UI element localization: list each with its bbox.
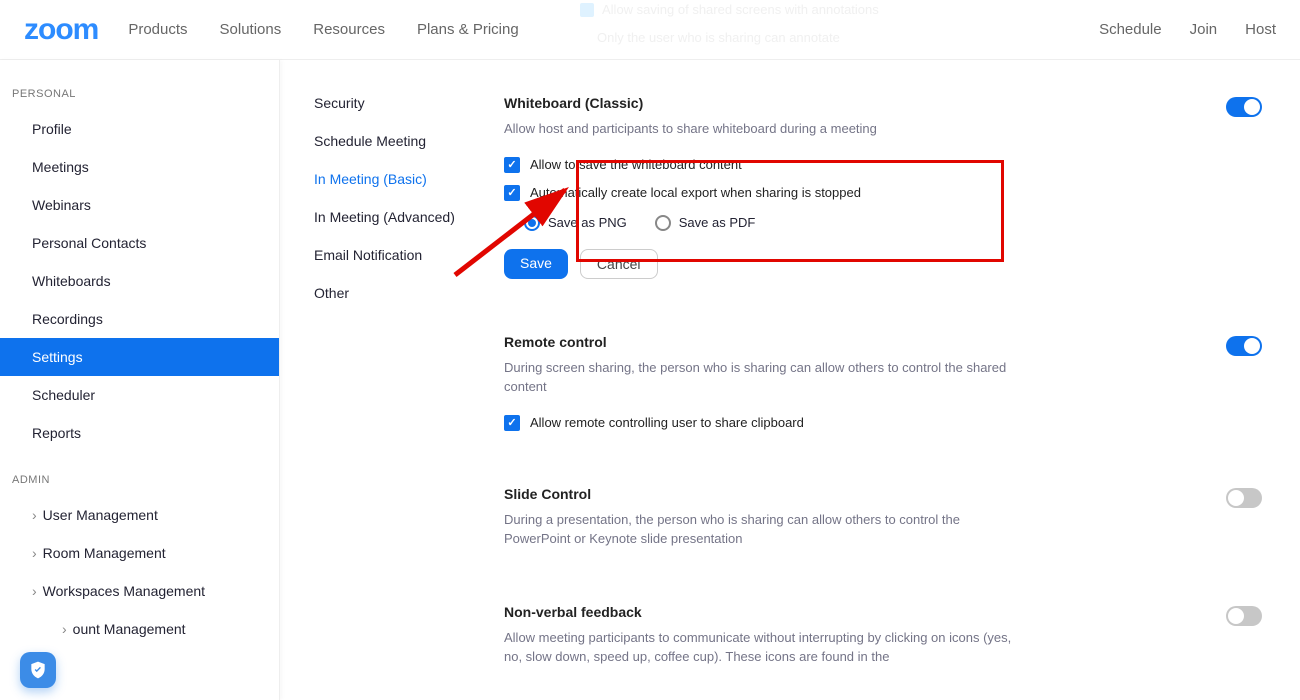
subnav-email-notification[interactable]: Email Notification bbox=[314, 236, 500, 274]
subnav-in-meeting-basic[interactable]: In Meeting (Basic) bbox=[314, 160, 500, 198]
toggle-slide-control[interactable] bbox=[1226, 488, 1262, 508]
subnav-schedule-meeting[interactable]: Schedule Meeting bbox=[314, 122, 500, 160]
checkbox-allow-save-whiteboard[interactable] bbox=[504, 157, 520, 173]
setting-remote-control-desc: During screen sharing, the person who is… bbox=[504, 358, 1024, 397]
save-button[interactable]: Save bbox=[504, 249, 568, 279]
nav-join[interactable]: Join bbox=[1190, 21, 1218, 38]
setting-slide-control-title: Slide Control bbox=[504, 486, 1226, 502]
toggle-whiteboard[interactable] bbox=[1226, 97, 1262, 117]
toggle-nonverbal-feedback[interactable] bbox=[1226, 606, 1262, 626]
setting-remote-control-title: Remote control bbox=[504, 334, 1226, 350]
nav-plans-pricing[interactable]: Plans & Pricing bbox=[417, 21, 519, 38]
subnav-in-meeting-advanced[interactable]: In Meeting (Advanced) bbox=[314, 198, 500, 236]
cancel-button[interactable]: Cancel bbox=[580, 249, 658, 279]
setting-nonverbal-desc: Allow meeting participants to communicat… bbox=[504, 628, 1024, 667]
nav-resources[interactable]: Resources bbox=[313, 21, 385, 38]
sidebar-section-admin: ADMIN bbox=[0, 468, 279, 496]
sidebar-item-settings[interactable]: Settings bbox=[0, 338, 279, 376]
setting-slide-control-desc: During a presentation, the person who is… bbox=[504, 510, 1024, 549]
sidebar-item-room-management[interactable]: Room Management bbox=[0, 534, 279, 572]
toggle-remote-control[interactable] bbox=[1226, 336, 1262, 356]
subnav-security[interactable]: Security bbox=[314, 84, 500, 122]
sidebar-item-scheduler[interactable]: Scheduler bbox=[0, 376, 279, 414]
sidebar-item-whiteboards[interactable]: Whiteboards bbox=[0, 262, 279, 300]
setting-whiteboard-desc: Allow host and participants to share whi… bbox=[504, 119, 1024, 139]
sidebar-item-reports[interactable]: Reports bbox=[0, 414, 279, 452]
sidebar-item-meetings[interactable]: Meetings bbox=[0, 148, 279, 186]
setting-whiteboard-title: Whiteboard (Classic) bbox=[504, 95, 1226, 111]
nav-products[interactable]: Products bbox=[128, 21, 187, 38]
shield-icon[interactable] bbox=[20, 652, 56, 688]
faded-previous-setting-1: Allow saving of shared screens with anno… bbox=[580, 2, 879, 17]
checkbox-auto-export[interactable] bbox=[504, 185, 520, 201]
radio-save-as-png[interactable]: Save as PNG bbox=[524, 215, 627, 231]
nav-schedule[interactable]: Schedule bbox=[1099, 21, 1162, 38]
sidebar-item-account-management[interactable]: ount Management bbox=[0, 610, 279, 648]
sidebar-item-recordings[interactable]: Recordings bbox=[0, 300, 279, 338]
nav-host[interactable]: Host bbox=[1245, 21, 1276, 38]
zoom-logo[interactable]: zoom bbox=[24, 13, 98, 47]
sidebar-item-workspaces-management[interactable]: Workspaces Management bbox=[0, 572, 279, 610]
label-auto-export: Automatically create local export when s… bbox=[530, 185, 861, 200]
subnav-other[interactable]: Other bbox=[314, 274, 500, 312]
checkbox-remote-clipboard[interactable] bbox=[504, 415, 520, 431]
sidebar-item-personal-contacts[interactable]: Personal Contacts bbox=[0, 224, 279, 262]
nav-solutions[interactable]: Solutions bbox=[220, 21, 282, 38]
sidebar-item-profile[interactable]: Profile bbox=[0, 110, 279, 148]
radio-save-as-pdf[interactable]: Save as PDF bbox=[655, 215, 756, 231]
setting-nonverbal-title: Non-verbal feedback bbox=[504, 604, 1226, 620]
faded-previous-setting-2: Only the user who is sharing can annotat… bbox=[597, 30, 840, 45]
sidebar-section-personal: PERSONAL bbox=[0, 82, 279, 110]
sidebar-item-user-management[interactable]: User Management bbox=[0, 496, 279, 534]
sidebar-item-webinars[interactable]: Webinars bbox=[0, 186, 279, 224]
label-remote-clipboard: Allow remote controlling user to share c… bbox=[530, 415, 804, 430]
label-allow-save-whiteboard: Allow to save the whiteboard content bbox=[530, 157, 742, 172]
